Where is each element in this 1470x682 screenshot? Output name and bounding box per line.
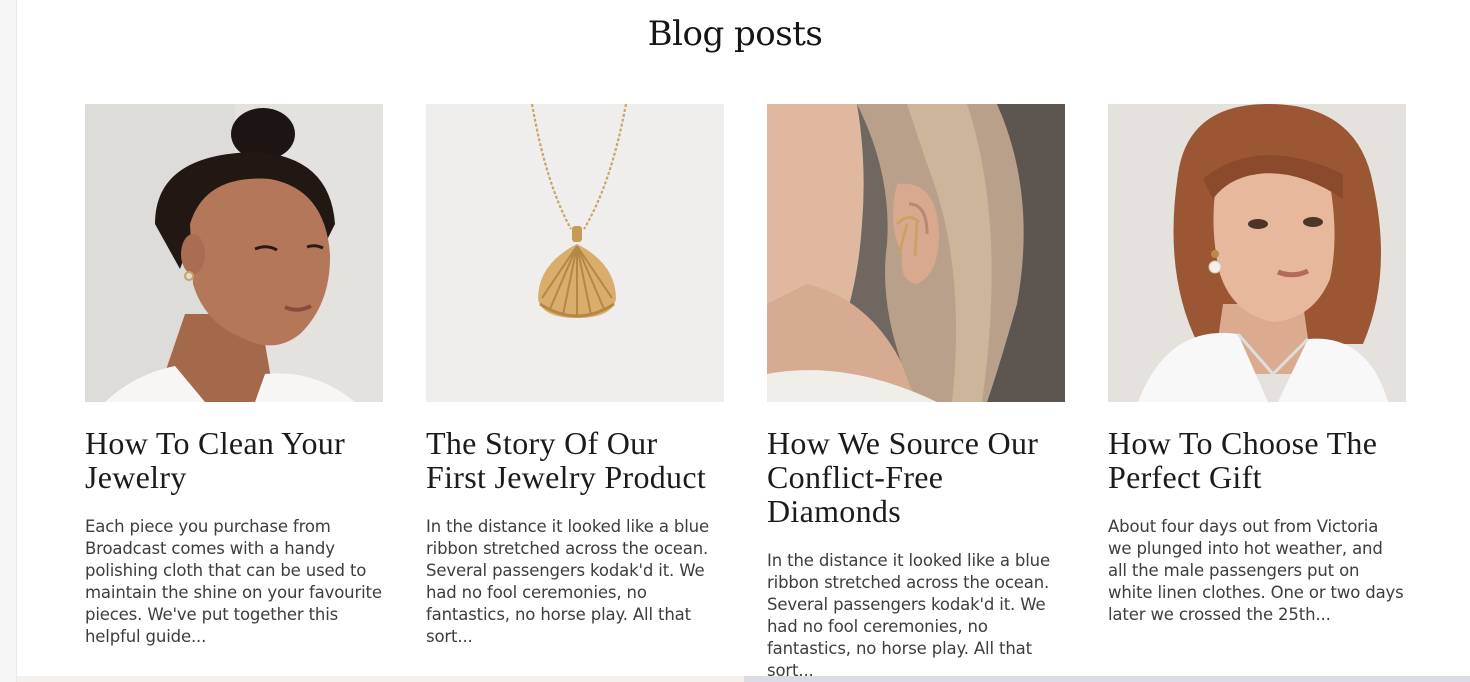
blog-post-image-link[interactable] (426, 104, 724, 402)
next-section-right (744, 676, 1470, 682)
blog-post-card[interactable]: The Story Of Our First Jewelry Product I… (426, 104, 724, 682)
next-section-edge (17, 676, 1470, 682)
blog-post-excerpt: In the distance it looked like a blue ri… (426, 517, 709, 646)
next-section-left (17, 676, 744, 682)
blog-posts-grid: How To Clean Your Jewelry Each piece you… (85, 104, 1406, 682)
blog-post-title[interactable]: The Story Of Our First Jewelry Product (426, 426, 724, 494)
blog-post-card[interactable]: How To Clean Your Jewelry Each piece you… (85, 104, 383, 682)
blog-post-excerpt: About four days out from Victoria we plu… (1108, 517, 1404, 624)
shell-pendant-necklace-photo (426, 104, 724, 402)
blog-post-excerpt: Each piece you purchase from Broadcast c… (85, 517, 382, 646)
blog-post-card[interactable]: How To Choose The Perfect Gift About fou… (1108, 104, 1406, 682)
blog-post-title[interactable]: How To Clean Your Jewelry (85, 426, 383, 494)
blog-post-image-link[interactable] (767, 104, 1065, 402)
blog-post-title[interactable]: How To Choose The Perfect Gift (1108, 426, 1406, 494)
page-left-edge (0, 0, 17, 682)
blog-post-card[interactable]: How We Source Our Conflict-Free Diamonds… (767, 104, 1065, 682)
section-title: Blog posts (647, 14, 823, 54)
ear-cuff-closeup-photo (767, 104, 1065, 402)
blog-post-excerpt: In the distance it looked like a blue ri… (767, 551, 1050, 680)
blog-post-image-link[interactable] (85, 104, 383, 402)
red-haired-woman-pearl-earring-photo (1108, 104, 1406, 402)
woman-with-earring-photo (85, 104, 383, 402)
blog-post-title[interactable]: How We Source Our Conflict-Free Diamonds (767, 426, 1065, 528)
blog-post-image-link[interactable] (1108, 104, 1406, 402)
